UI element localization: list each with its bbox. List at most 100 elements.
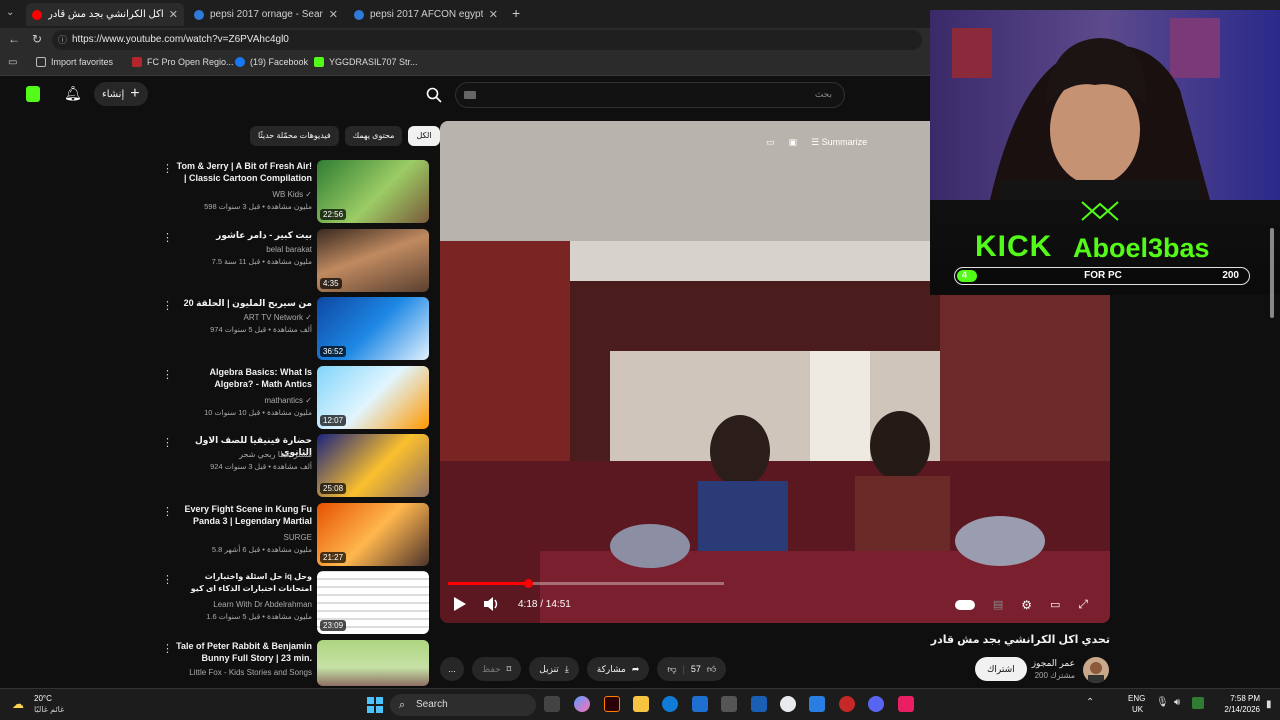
discord-icon[interactable] [868,696,884,712]
file-explorer-icon[interactable] [633,696,649,712]
chrome-icon[interactable] [780,696,796,712]
game-app-icon[interactable] [839,696,855,712]
channel-name-main[interactable]: عمر المجوز [1025,658,1075,669]
video-thumbnail[interactable] [317,640,429,686]
taskbar-search[interactable]: ⌕ Search [390,694,536,716]
play-icon[interactable] [454,597,466,611]
more-options-icon[interactable]: ⋮ [162,573,173,586]
close-tab-icon[interactable]: ✕ [169,8,178,21]
tab-search-2[interactable]: pepsi 2017 AFCON egypt - Search ✕ [348,3,504,26]
tiktok-icon[interactable] [898,696,914,712]
fullscreen-icon[interactable]: ⤢ [1078,597,1088,612]
more-options-icon[interactable]: ⋮ [162,299,173,312]
url-field[interactable]: ⓘ https://www.youtube.com/watch?v=Z6PVAh… [52,30,922,50]
site-info-icon[interactable]: ⓘ [58,30,67,50]
microphone-icon[interactable]: 🎙︎ [1156,697,1169,708]
speaker-icon[interactable]: 🔊︎ [1174,697,1180,708]
video-thumbnail[interactable]: 4:35 [317,229,429,292]
vscode-icon[interactable] [809,696,825,712]
reload-icon[interactable]: ↻ [32,32,42,46]
back-arrow-icon[interactable]: ← [8,32,20,46]
video-thumbnail[interactable]: 22:56 [317,160,429,223]
video-thumbnail[interactable]: 36:52 [317,297,429,360]
list-item[interactable]: ⋮ حضارة فينيقيا للصف الاول الثانوي مستر … [160,434,432,500]
player-top-actions: ▭ ▣ ☰ Summarize [766,137,867,148]
more-options-icon[interactable]: ⋮ [162,368,173,381]
scrubber-handle[interactable] [524,579,534,588]
chip-recent[interactable]: فيديوهات محمّلة حديثًا [250,126,339,146]
list-item[interactable]: ⋮ Every Fight Scene in Kung Fu Panda 3 |… [160,503,432,569]
notifications-bell-icon[interactable]: 🔔︎ [64,85,82,102]
language-indicator[interactable]: ENG [1128,694,1145,703]
more-options-icon[interactable]: ⋮ [162,231,173,244]
extension-logo-icon[interactable] [26,86,40,102]
list-item[interactable]: ⋮ Algebra Basics: What Is Algebra? - Mat… [160,366,432,432]
save-button[interactable]: حفظ ⌑ [472,657,522,681]
app-icon[interactable] [721,696,737,712]
copilot-icon[interactable] [574,696,590,712]
store-icon[interactable] [692,696,708,712]
summarize-label: Summarize [821,137,868,147]
more-options-icon[interactable]: ⋮ [162,436,173,449]
video-title: Tale of Peter Rabbit & Benjamin Bunny Fu… [176,641,312,663]
task-view-icon[interactable] [544,696,560,712]
tab-list-chevron-icon[interactable]: ⌄ [6,7,14,18]
summarize-button[interactable]: ☰ Summarize [811,137,867,148]
illustrator-icon[interactable] [604,696,620,712]
close-tab-icon[interactable]: ✕ [329,8,338,21]
list-item[interactable]: ⋮ Tom & Jerry | A Bit of Fresh Air! | Cl… [160,160,432,226]
sidebar-toggle-icon[interactable]: ▭ [8,57,17,68]
edge-icon[interactable] [662,696,678,712]
chip-for-you[interactable]: محتوى يهمك [344,126,403,146]
video-thumbnail[interactable]: 23:09 [317,571,429,634]
weather-cloud-icon[interactable]: ☁ [12,697,24,711]
miniplayer-icon[interactable]: ▭ [766,137,775,148]
video-thumbnail[interactable]: 25:08 [317,434,429,497]
video-thumbnail[interactable]: 12:07 [317,366,429,429]
list-item[interactable]: ⋮ من سيربح المليون | الحلقة 20 ART TV Ne… [160,297,432,363]
download-button[interactable]: تنزيل ⤓ [529,657,579,681]
nvidia-icon[interactable] [1192,697,1204,709]
more-options-icon[interactable]: ⋮ [162,642,173,655]
more-actions-button[interactable]: ... [440,657,464,681]
page-scrollbar[interactable] [1268,220,1276,680]
dislike-icon[interactable]: 👎︎ [667,664,676,675]
weather-temperature[interactable]: 20°C [34,694,52,703]
tab-search-1[interactable]: pepsi 2017 ornage - Search ✕ [188,3,344,26]
cast-icon[interactable]: ▣ [789,137,798,148]
list-item[interactable]: ⋮ بيت كبير - دامر عاشور belal barakat 7.… [160,229,432,295]
pen-app-icon[interactable] [751,696,767,712]
more-options-icon[interactable]: ⋮ [162,505,173,518]
video-thumbnail[interactable]: 21:27 [317,503,429,566]
bookmark-facebook[interactable]: (19) Facebook [235,57,308,67]
bookmark-fc-pro[interactable]: FC Pro Open Regio... [132,57,234,67]
autoplay-toggle[interactable] [954,599,975,610]
subtitles-icon[interactable]: ▤ [993,598,1003,611]
like-icon[interactable]: 👍︎ [707,664,716,675]
share-button[interactable]: مشاركة ➦ [586,657,650,681]
notification-icon[interactable]: ▮ [1266,699,1272,710]
tray-chevron-icon[interactable]: ⌃ [1086,697,1094,708]
bookmark-yggdrasil[interactable]: YGGDRASIL707 Str... [314,57,418,67]
theater-mode-icon[interactable]: ▭ [1050,598,1060,611]
search-button[interactable] [420,82,448,108]
volume-icon[interactable] [484,597,500,611]
settings-gear-icon[interactable]: ⚙ [1021,598,1032,612]
close-tab-icon[interactable]: ✕ [489,8,498,21]
bookmark-import-favorites[interactable]: Import favorites [36,57,113,67]
progress-bar[interactable] [448,579,724,588]
list-item[interactable]: ⋮ Tale of Peter Rabbit & Benjamin Bunny … [160,640,432,686]
keyboard-icon[interactable] [464,91,476,99]
create-button[interactable]: إنشاء + [94,82,148,106]
scrollbar-thumb[interactable] [1270,228,1274,318]
clock-time[interactable]: 7:58 PM [1218,694,1260,703]
channel-avatar[interactable] [1083,657,1109,683]
list-item[interactable]: ⋮ حل اسئلة واختبارات iq وحل امتحانات اخت… [160,571,432,637]
subscribe-button[interactable]: اشتراك [975,657,1027,681]
tab-active[interactable]: تحدي اكل الكرانشي بجد مش قادر ✕ [26,3,184,26]
search-input[interactable]: بحث [455,82,845,108]
more-options-icon[interactable]: ⋮ [162,162,173,175]
chip-all[interactable]: الكل [408,126,440,146]
new-tab-button[interactable]: + [512,5,520,21]
start-button[interactable] [367,697,383,713]
